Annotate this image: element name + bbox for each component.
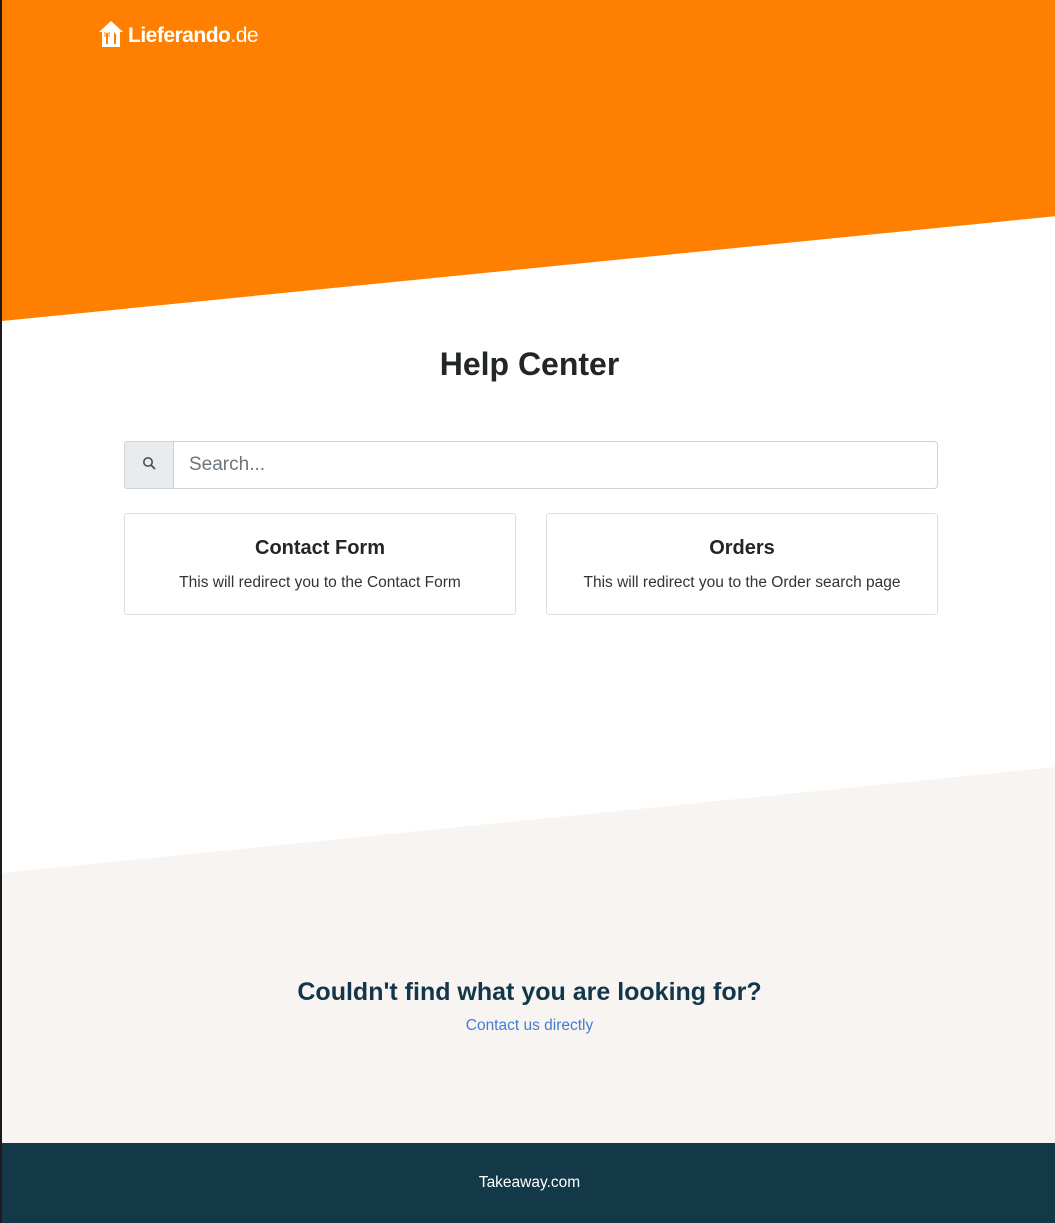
search-icon-addon[interactable] — [124, 441, 173, 489]
search-icon — [142, 456, 156, 475]
contact-form-card[interactable]: Contact Form This will redirect you to t… — [124, 513, 516, 615]
cta-light-band — [2, 767, 1055, 1143]
contact-us-link[interactable]: Contact us directly — [466, 1017, 594, 1034]
cta-title: Couldn't find what you are looking for? — [297, 978, 762, 1006]
cta-link-wrap: Contact us directly — [2, 1017, 1055, 1035]
search-input[interactable] — [173, 441, 938, 489]
orders-card[interactable]: Orders This will redirect you to the Ord… — [546, 513, 938, 615]
card-description: This will redirect you to the Contact Fo… — [179, 574, 461, 591]
card-description: This will redirect you to the Order sear… — [583, 574, 901, 591]
lieferando-logo[interactable]: Lieferando.de — [98, 20, 259, 53]
card-title: Contact Form — [255, 537, 385, 559]
house-fork-knife-icon — [98, 20, 124, 53]
search-bar — [124, 441, 938, 489]
card-title: Orders — [709, 537, 775, 559]
page: Lieferando.de Help Center Contact Form T… — [0, 0, 1055, 1223]
footer: Takeaway.com — [2, 1143, 1055, 1223]
logo-wordmark: Lieferando.de — [128, 24, 259, 48]
page-title: Help Center — [439, 346, 620, 382]
footer-text: Takeaway.com — [478, 1174, 581, 1191]
logo-tld: .de — [230, 24, 259, 47]
logo-name: Lieferando — [128, 24, 231, 47]
